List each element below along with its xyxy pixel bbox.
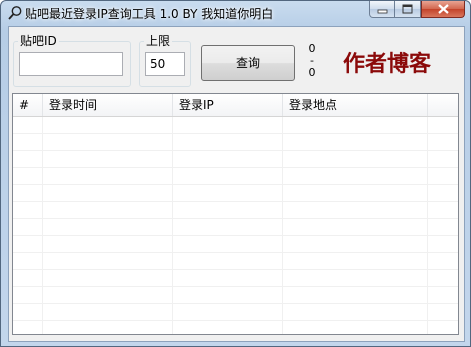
author-blog-link[interactable]: 作者博客 [343,46,431,78]
client-area: 贴吧ID 上限 查询 0 - 0 作者博客 # 登录时间 登录IP 登录地点 [8,26,465,342]
table-row [13,134,458,151]
list-body [13,117,458,334]
maximize-icon [402,4,413,14]
table-row [13,117,458,134]
minimize-icon [377,9,388,14]
column-header-index[interactable]: # [13,94,43,116]
magnifier-icon [8,6,22,20]
limit-input[interactable] [145,52,185,76]
limit-group: 上限 [139,33,191,87]
title-bar[interactable]: 贴吧最近登录IP查询工具 1.0 BY 我知道你明白 [1,1,470,25]
table-row [13,236,458,253]
tieba-id-label: 贴吧ID [18,33,59,49]
maximize-button[interactable] [395,1,421,18]
column-header-login-location[interactable]: 登录地点 [283,94,428,116]
tieba-id-input[interactable] [19,52,123,76]
table-row [13,253,458,270]
table-row [13,151,458,168]
app-window: 贴吧最近登录IP查询工具 1.0 BY 我知道你明白 贴吧ID 上限 50 查询… [0,0,471,347]
close-icon [438,4,449,14]
table-row [13,185,458,202]
table-row [13,168,458,185]
limit-label: 上限 [144,33,173,49]
table-row [13,287,458,304]
table-row [13,304,458,321]
table-row [13,219,458,236]
close-button[interactable] [421,1,465,18]
table-row [13,202,458,219]
column-header-login-time[interactable]: 登录时间 [43,94,173,116]
tieba-id-group: 贴吧ID [13,33,131,87]
window-title: 贴吧最近登录IP查询工具 1.0 BY 我知道你明白 [25,7,274,21]
column-header-login-ip[interactable]: 登录IP [173,94,283,116]
table-row [13,270,458,287]
query-button[interactable]: 查询 [201,45,295,81]
total-count: 0 [308,66,316,79]
minimize-button[interactable] [369,1,395,18]
results-list[interactable]: # 登录时间 登录IP 登录地点 [12,93,459,335]
list-header: # 登录时间 登录IP 登录地点 [13,94,458,117]
